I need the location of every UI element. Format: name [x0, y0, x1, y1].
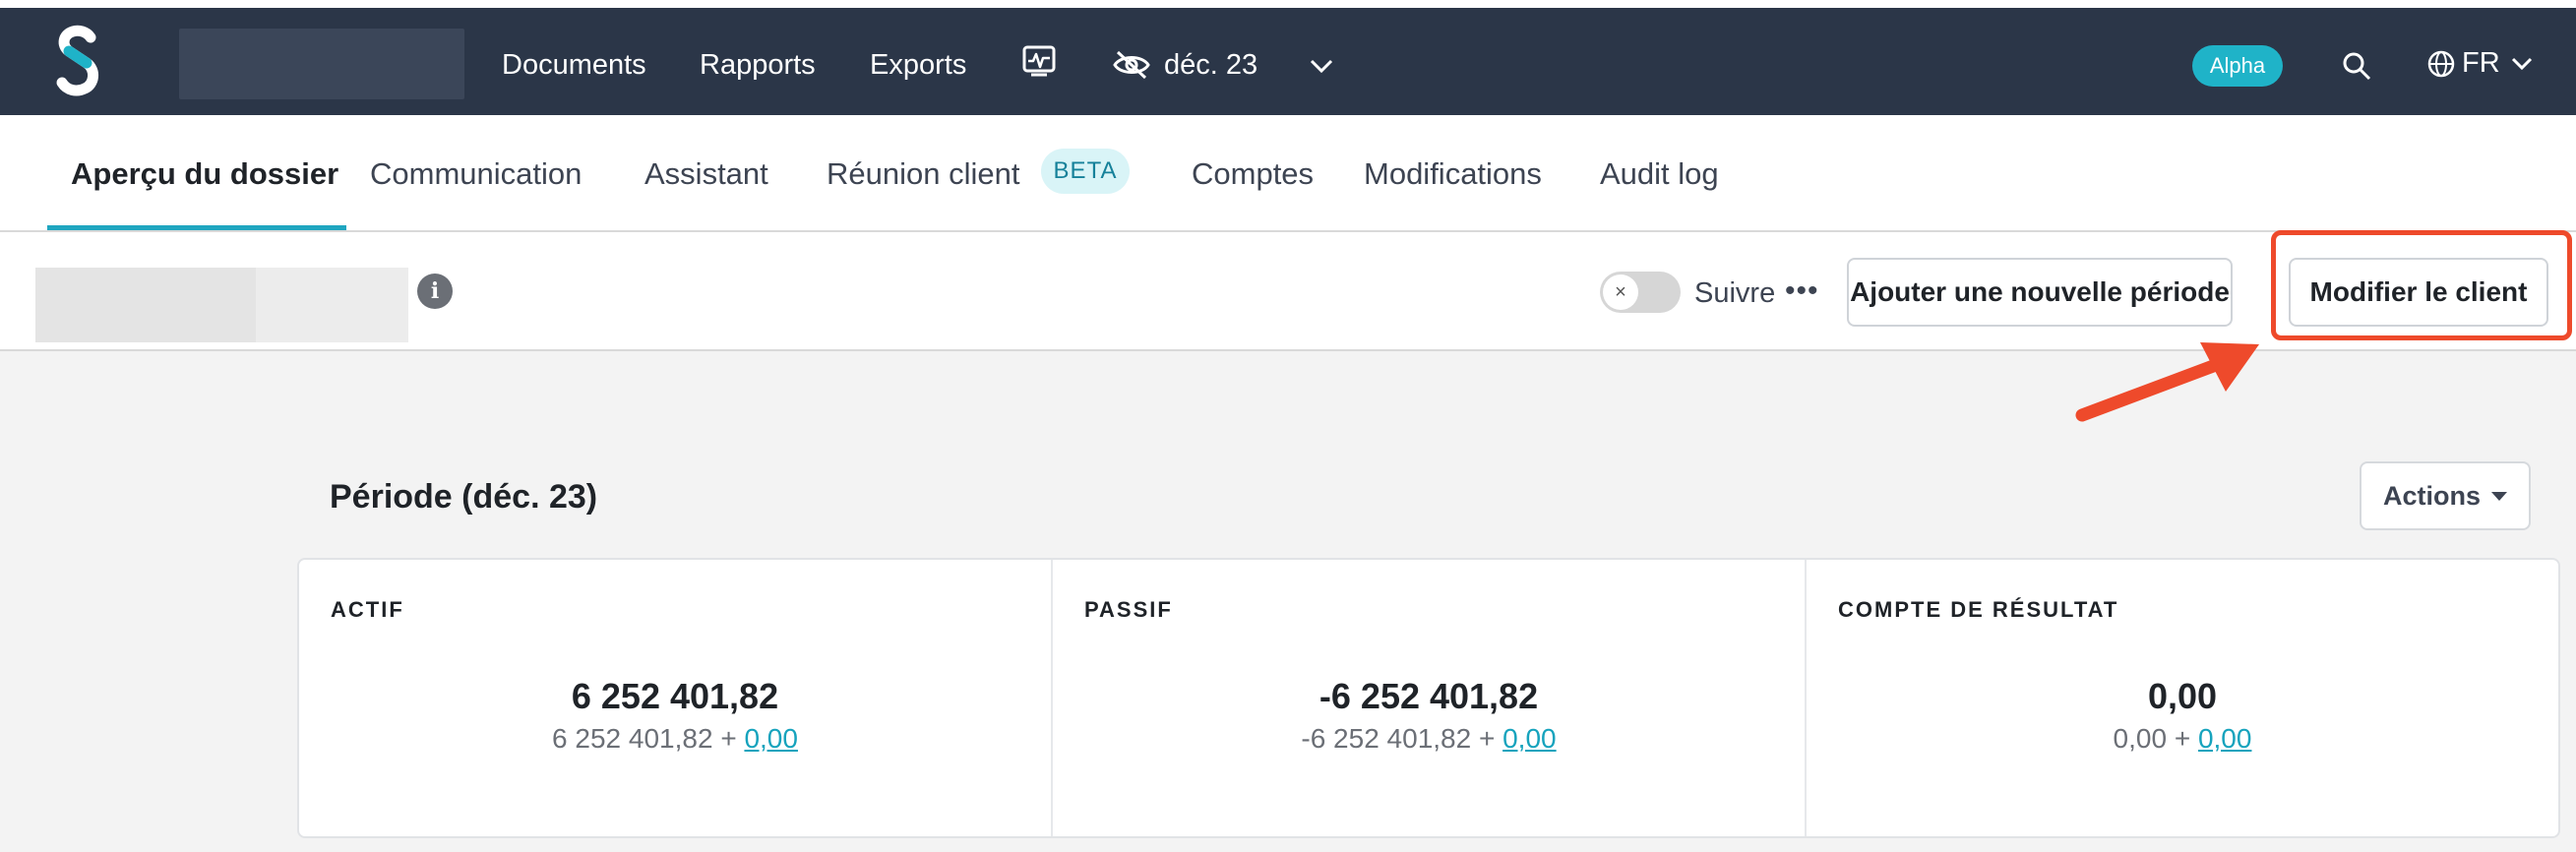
summary-total: -6 252 401,82	[1319, 676, 1539, 716]
tab-assistant[interactable]: Assistant	[644, 154, 768, 194]
tab-audit-log[interactable]: Audit log	[1600, 154, 1719, 194]
summary-label: ACTIF	[331, 597, 404, 622]
app-logo-icon[interactable]	[49, 24, 108, 102]
tab-communication[interactable]: Communication	[370, 154, 582, 194]
summary-label: COMPTE DE RÉSULTAT	[1838, 597, 2119, 622]
nav-link-exports[interactable]: Exports	[870, 45, 966, 85]
client-name-placeholder	[35, 268, 256, 342]
add-period-button[interactable]: Ajouter une nouvelle période	[1847, 258, 2233, 327]
language-selector[interactable]: FR	[2462, 43, 2500, 83]
close-icon: ×	[1603, 274, 1638, 310]
beta-badge: BETA	[1041, 149, 1130, 194]
active-tab-indicator	[47, 225, 346, 230]
period-summary-card: ACTIF 6 252 401,82 6 252 401,82 + 0,00 P…	[297, 558, 2560, 838]
period-selector-label[interactable]: déc. 23	[1164, 45, 1257, 85]
client-selector[interactable]	[179, 29, 464, 99]
actions-label: Actions	[2383, 481, 2482, 511]
summary-total: 0,00	[2147, 676, 2218, 716]
summary-compte-de-resultat: COMPTE DE RÉSULTAT 0,00 0,00 + 0,00	[1807, 560, 2558, 836]
caret-down-icon	[2491, 492, 2507, 501]
follow-toggle[interactable]: ×	[1600, 272, 1681, 313]
tab-reunion-client[interactable]: Réunion client	[827, 154, 1019, 194]
top-navigation-bar: Documents Rapports Exports déc. 23 Alpha…	[0, 0, 2576, 115]
period-title: Période (déc. 23)	[330, 478, 598, 516]
tab-apercu-du-dossier[interactable]: Aperçu du dossier	[71, 154, 338, 194]
summary-delta-link[interactable]: 0,00	[744, 723, 798, 754]
edit-client-button[interactable]: Modifier le client	[2289, 258, 2548, 327]
summary-base: 0,00 +	[2113, 723, 2198, 754]
summary-delta-link[interactable]: 0,00	[2198, 723, 2252, 754]
summary-base: -6 252 401,82 +	[1301, 723, 1503, 754]
globe-icon[interactable]	[2426, 49, 2456, 79]
summary-passif: PASSIF -6 252 401,82 -6 252 401,82 + 0,0…	[1053, 560, 1807, 836]
eye-off-icon[interactable]	[1112, 49, 1151, 81]
activity-monitor-icon[interactable]	[1021, 43, 1057, 79]
language-chevron-icon[interactable]	[2511, 57, 2533, 71]
summary-actif: ACTIF 6 252 401,82 6 252 401,82 + 0,00	[299, 560, 1053, 836]
summary-label: PASSIF	[1084, 597, 1173, 622]
actions-dropdown-button[interactable]: Actions	[2360, 461, 2531, 530]
search-icon[interactable]	[2342, 51, 2371, 81]
summary-delta-link[interactable]: 0,00	[1503, 723, 1557, 754]
tab-modifications[interactable]: Modifications	[1364, 154, 1542, 194]
summary-total: 6 252 401,82	[571, 676, 779, 716]
summary-breakdown: -6 252 401,82 + 0,00	[1053, 723, 1805, 755]
annotation-arrow-icon	[2075, 342, 2259, 422]
tab-comptes[interactable]: Comptes	[1192, 154, 1314, 194]
alpha-badge: Alpha	[2192, 45, 2283, 87]
nav-link-documents[interactable]: Documents	[502, 45, 646, 85]
summary-base: 6 252 401,82 +	[552, 723, 745, 754]
more-options-icon[interactable]: •••	[1785, 272, 1819, 311]
chevron-down-icon[interactable]	[1309, 58, 1334, 74]
summary-breakdown: 0,00 + 0,00	[1807, 723, 2558, 755]
client-id-placeholder	[256, 268, 408, 342]
dossier-tabs: Aperçu du dossier Communication Assistan…	[0, 115, 2576, 232]
nav-link-rapports[interactable]: Rapports	[700, 45, 816, 85]
summary-breakdown: 6 252 401,82 + 0,00	[299, 723, 1051, 755]
follow-label: Suivre	[1694, 277, 1776, 309]
info-icon[interactable]: i	[417, 274, 453, 309]
